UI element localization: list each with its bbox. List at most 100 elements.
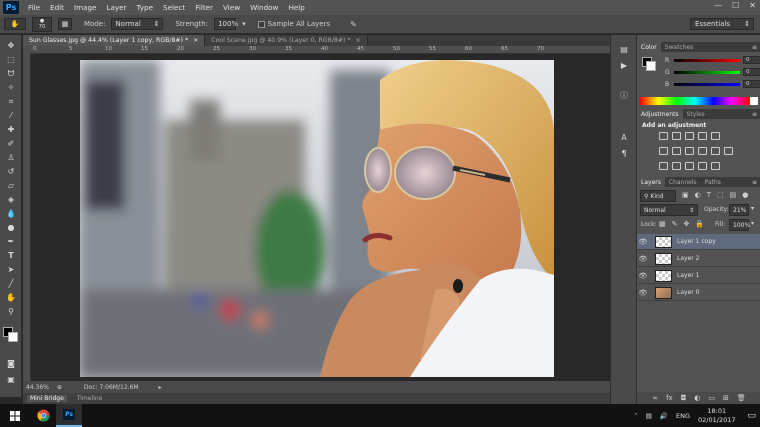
tab-swatches[interactable]: Swatches [661, 42, 698, 52]
channel-mixer-adjust-icon[interactable] [711, 147, 720, 155]
chevron-down-icon[interactable]: ▾ [751, 220, 754, 227]
curves-adjust-icon[interactable] [685, 132, 694, 140]
menu-window[interactable]: Window [245, 3, 283, 12]
trash-icon[interactable]: 🗑 [737, 394, 746, 402]
path-selection-tool-icon[interactable]: ➤ [4, 263, 18, 276]
selective-color-adjust-icon[interactable] [698, 162, 707, 170]
layer-style-icon[interactable]: fx [666, 394, 673, 402]
eye-icon[interactable]: 👁 [637, 289, 649, 297]
actions-panel-icon[interactable]: ▶ [617, 59, 631, 72]
lock-pixels-icon[interactable]: ✎ [672, 220, 678, 228]
vibrance-adjust-icon[interactable] [711, 132, 720, 140]
blue-slider[interactable]: B 0 [665, 80, 760, 88]
marquee-tool-icon[interactable]: ⬚ [4, 53, 18, 66]
close-tab-icon[interactable]: × [193, 37, 198, 44]
tab-layers[interactable]: Layers [637, 177, 665, 187]
paint-bucket-tool-icon[interactable]: ◈ [4, 193, 18, 206]
type-tool-icon[interactable]: T [4, 249, 18, 262]
invert-adjust-icon[interactable] [659, 162, 668, 170]
link-layers-icon[interactable]: ∞ [652, 394, 658, 402]
photo-filter-adjust-icon[interactable] [698, 147, 707, 155]
chevron-down-icon[interactable]: ▾ [751, 205, 754, 212]
close-button[interactable]: ✕ [749, 1, 756, 10]
workspace-select[interactable]: Essentials ⇕ [690, 18, 754, 30]
quick-mask-icon[interactable]: ◙ [4, 357, 18, 370]
tab-sun-glasses[interactable]: Sun Glasses.jpg @ 44.4% (Layer 1 copy, R… [23, 35, 206, 46]
language-indicator[interactable]: ENG [676, 412, 690, 420]
layer-row[interactable]: 👁 Layer 0 [637, 285, 760, 301]
zoom-tool-icon[interactable]: ⚲ [4, 305, 18, 318]
checkbox-box[interactable] [257, 20, 265, 28]
brush-size-picker[interactable]: ● 70 [32, 16, 52, 32]
bw-adjust-icon[interactable] [685, 147, 694, 155]
chevron-down-icon[interactable]: ▾ [242, 20, 246, 28]
eye-icon[interactable]: 👁 [637, 238, 649, 246]
new-layer-icon[interactable]: ⊞ [723, 394, 729, 402]
info-panel-icon[interactable]: ⓘ [617, 89, 631, 102]
lock-position-icon[interactable]: ✥ [684, 220, 690, 228]
panel-menu-icon[interactable]: ≡ [752, 44, 757, 51]
panel-menu-icon[interactable]: ≡ [752, 111, 757, 118]
smart-filter-icon[interactable]: ▤ [730, 191, 737, 199]
character-panel-icon[interactable]: A [617, 131, 631, 144]
new-group-icon[interactable]: ▭ [708, 394, 715, 402]
chrome-taskbar-button[interactable] [30, 404, 56, 427]
eyedropper-tool-icon[interactable]: ⁄ [4, 109, 18, 122]
color-lookup-adjust-icon[interactable] [724, 147, 733, 155]
red-slider[interactable]: R 0 [665, 56, 760, 64]
history-panel-icon[interactable]: ▤ [617, 43, 631, 56]
arrow-up-icon[interactable]: ˄ [635, 412, 638, 420]
close-tab-icon[interactable]: × [356, 37, 361, 44]
minimize-button[interactable]: — [714, 1, 722, 10]
panel-menu-icon[interactable]: ≡ [752, 179, 757, 186]
menu-layer[interactable]: Layer [101, 3, 131, 12]
pen-tool-icon[interactable]: ✒ [4, 235, 18, 248]
fill-input[interactable]: 100% [729, 219, 750, 231]
menu-image[interactable]: Image [69, 3, 102, 12]
lasso-tool-icon[interactable]: ᗢ [4, 67, 18, 80]
blue-value[interactable]: 0 [743, 80, 760, 88]
tab-paths[interactable]: Paths [701, 177, 725, 187]
hue-sat-adjust-icon[interactable] [659, 147, 668, 155]
tab-adjustments[interactable]: Adjustments [637, 109, 683, 119]
color-balance-adjust-icon[interactable] [672, 147, 681, 155]
status-menu-arrow-icon[interactable]: ▸ [159, 384, 162, 391]
healing-brush-tool-icon[interactable]: ✚ [4, 123, 18, 136]
crop-tool-icon[interactable]: ⌗ [4, 95, 18, 108]
background-color-swatch[interactable] [8, 332, 18, 342]
posterize-adjust-icon[interactable] [672, 162, 681, 170]
windows-start-button[interactable] [0, 404, 30, 427]
clock[interactable]: 18:01 02/01/2017 [698, 407, 735, 425]
layer-filter-kind[interactable]: ⚲ Kind [640, 190, 676, 202]
line-tool-icon[interactable]: ╱ [4, 277, 18, 290]
blur-tool-icon[interactable]: 💧 [4, 207, 18, 220]
eye-icon[interactable]: 👁 [637, 272, 649, 280]
layer-row[interactable]: 👁 Layer 1 [637, 268, 760, 284]
lock-transparency-icon[interactable]: ▦ [659, 220, 666, 228]
brightness-adjust-icon[interactable] [659, 132, 668, 140]
menu-edit[interactable]: Edit [45, 3, 69, 12]
green-value[interactable]: 0 [743, 68, 760, 76]
clone-stamp-tool-icon[interactable]: ♙ [4, 151, 18, 164]
paragraph-panel-icon[interactable]: ¶ [617, 147, 631, 160]
exposure-adjust-icon[interactable] [698, 132, 707, 140]
mode-select[interactable]: Normal ⇕ [111, 18, 164, 30]
menu-view[interactable]: View [218, 3, 245, 12]
new-adjustment-icon[interactable]: ◐ [694, 394, 700, 402]
lock-all-icon[interactable]: 🔒 [695, 220, 704, 228]
tab-color[interactable]: Color [637, 42, 661, 52]
menu-help[interactable]: Help [283, 3, 309, 12]
tab-cool-scene[interactable]: Cool Scene.jpg @ 40.9% (Layer 0, RGB/8#)… [205, 35, 368, 46]
pixel-filter-icon[interactable]: ▣ [682, 191, 689, 199]
history-brush-tool-icon[interactable]: ↺ [4, 165, 18, 178]
zoom-level[interactable]: 44.36% [26, 384, 49, 391]
sample-all-layers-checkbox[interactable]: Sample All Layers [257, 20, 330, 28]
screen-mode-icon[interactable]: ▣ [4, 373, 18, 386]
layer-row[interactable]: 👁 Layer 1 copy [637, 234, 760, 250]
eraser-tool-icon[interactable]: ▱ [4, 179, 18, 192]
type-filter-icon[interactable]: T [707, 191, 711, 199]
menu-select[interactable]: Select [158, 3, 190, 12]
brush-panel-toggle[interactable]: ▦ [58, 18, 72, 30]
brush-tool-icon[interactable]: ✐ [4, 137, 18, 150]
levels-adjust-icon[interactable] [672, 132, 681, 140]
